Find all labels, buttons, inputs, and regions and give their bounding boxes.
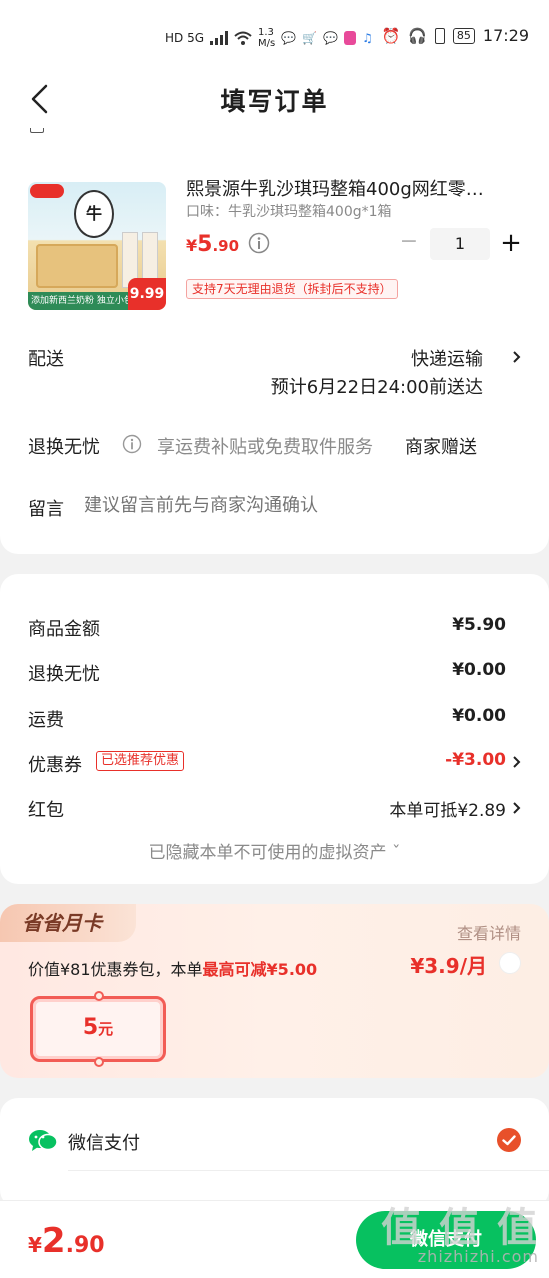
note-label: 留言 <box>28 499 64 520</box>
exchange-description: 享运费补贴或免费取件服务 <box>157 437 373 458</box>
total-integer: 2 <box>41 1221 66 1261</box>
app-notification-icon <box>344 31 357 45</box>
network-indicator: HD 5G <box>165 31 205 45</box>
summary-row-value: ¥5.90 <box>452 615 506 635</box>
view-details-link[interactable]: 查看详情 <box>457 920 521 944</box>
headphones-icon: 🎧 <box>408 26 427 45</box>
chevron-right-icon[interactable] <box>511 753 523 771</box>
quantity-value[interactable]: 1 <box>430 228 490 260</box>
price-currency: ¥ <box>186 236 198 255</box>
monthly-desc-highlight: 最高可减¥5.00 <box>202 960 318 979</box>
total-decimal: .90 <box>65 1233 105 1258</box>
divider <box>68 1170 549 1171</box>
delivery-method[interactable]: 快递运输 <box>411 345 483 371</box>
red-packet-value[interactable]: 本单可抵¥2.89 <box>389 796 506 821</box>
price-integer: 5 <box>197 232 213 257</box>
coupon-amount-number: 5 <box>82 1015 99 1040</box>
exchange-label: 退换无忧 <box>28 437 100 458</box>
status-right: ⏰ 🎧 85 17:29 <box>382 26 529 45</box>
summary-row-label: 商品金额 <box>28 619 100 640</box>
sachima-pastry-icon <box>36 244 118 288</box>
product-image[interactable]: 牛 添加新西兰奶粉 独立小包装 9.99 <box>28 182 166 310</box>
wechat-notification-icon: 💬 <box>281 31 297 45</box>
total-price: ¥2.90 <box>28 1221 105 1261</box>
battery-indicator: 85 <box>452 27 475 44</box>
red-packet-label: 红包 <box>28 800 64 821</box>
summary-row-label: 退换无忧 <box>28 664 100 685</box>
monthly-card-price: ¥3.9/月 <box>410 954 487 978</box>
monthly-card-radio[interactable] <box>499 952 521 974</box>
quantity-increase-button[interactable]: + <box>498 228 524 258</box>
coupon-recommended-tag: 已选推荐优惠 <box>96 751 185 771</box>
wechat-notification-icon-2: 💬 <box>323 31 339 45</box>
monthly-card-badge: 省省月卡 <box>0 904 136 942</box>
status-bar: HD 5G 1.3 M/s 💬 🛒 💬 ♫ ⏰ 🎧 85 17:29 <box>0 0 549 70</box>
price-decimal: .90 <box>212 237 240 255</box>
ticket-notch <box>94 991 104 1001</box>
monthly-desc-prefix: 价值¥81优惠券包，本单 <box>28 960 203 979</box>
order-item-card: 牛 添加新西兰奶粉 独立小包装 9.99 熙景源牛乳沙琪玛整箱400g网红零… … <box>0 128 549 554</box>
milk-logo-icon: 牛 <box>74 190 114 238</box>
alarm-icon: ⏰ <box>381 26 401 45</box>
clock: 17:29 <box>482 26 529 45</box>
music-notification-icon: ♫ <box>362 31 373 45</box>
coupon-ticket: 5元 <box>30 991 166 1067</box>
checkbox-icon <box>30 128 44 133</box>
summary-row-value: ¥0.00 <box>452 706 506 726</box>
delivery-label: 配送 <box>28 349 64 370</box>
network-speed: 1.3 M/s <box>258 27 275 49</box>
payment-method-label[interactable]: 微信支付 <box>68 1129 140 1155</box>
total-currency: ¥ <box>28 1233 42 1257</box>
coupon-amount: 5元 <box>33 1015 163 1040</box>
summary-row-value: ¥0.00 <box>452 660 506 680</box>
chevron-right-icon[interactable] <box>511 347 523 367</box>
speed-value: 1.3 <box>258 27 274 38</box>
vibrate-icon <box>434 27 445 44</box>
product-title[interactable]: 熙景源牛乳沙琪玛整箱400g网红零… <box>186 175 516 201</box>
price-summary-card: 商品金额 ¥5.90 退换无忧 ¥0.00 运费 ¥0.00 优惠券 已选推荐优… <box>0 574 549 884</box>
info-icon[interactable] <box>248 232 270 254</box>
brand-logo-icon <box>30 184 64 198</box>
exchange-gift: 商家赠送 <box>405 437 477 458</box>
chevron-right-icon[interactable] <box>511 799 523 817</box>
return-policy-tag: 支持7天无理由退货（拆封后不支持） <box>186 279 398 299</box>
summary-row-label: 运费 <box>28 710 64 731</box>
signal-icon <box>210 31 229 45</box>
note-input[interactable] <box>84 495 484 516</box>
status-left: HD 5G 1.3 M/s 💬 🛒 💬 ♫ <box>165 27 373 49</box>
partially-scrolled-row <box>30 128 230 134</box>
product-spec[interactable]: 口味：牛乳沙琪玛整箱400g*1箱 <box>186 201 392 221</box>
page-title: 填写订单 <box>220 87 329 116</box>
image-price-badge: 9.99 <box>128 278 166 310</box>
check-icon[interactable] <box>497 1128 521 1152</box>
hidden-assets-toggle[interactable]: 已隐藏本单不可使用的虚拟资产 ˇ <box>0 838 549 863</box>
coupon-value[interactable]: -¥3.00 <box>445 750 506 770</box>
delivery-eta: 预计6月22日24:00前送达 <box>270 377 483 398</box>
watermark: 值 值 值 zhizhizhi.com <box>381 1195 539 1266</box>
coupon-label: 优惠券 <box>28 755 82 776</box>
watermark-logo: 值 值 值 <box>381 1205 539 1251</box>
payment-method-card: 微信支付 <box>0 1098 549 1208</box>
wifi-icon <box>234 31 252 45</box>
quantity-decrease-button[interactable]: − <box>398 231 420 253</box>
image-caption: 添加新西兰奶粉 独立小包装 <box>28 292 128 310</box>
speed-unit: M/s <box>258 38 276 49</box>
product-price: ¥5.90 <box>186 232 239 257</box>
info-icon[interactable] <box>122 434 142 454</box>
wechat-icon <box>29 1130 58 1151</box>
cart-notification-icon: 🛒 <box>302 31 318 45</box>
ticket-notch <box>94 1057 104 1067</box>
monthly-card-description: 价值¥81优惠券包，本单最高可减¥5.00 <box>28 956 317 980</box>
coupon-amount-unit: 元 <box>98 1020 114 1038</box>
page-header: 填写订单 <box>0 70 549 128</box>
monthly-card-offer: 省省月卡 查看详情 价值¥81优惠券包，本单最高可减¥5.00 ¥3.9/月 5… <box>0 904 549 1078</box>
